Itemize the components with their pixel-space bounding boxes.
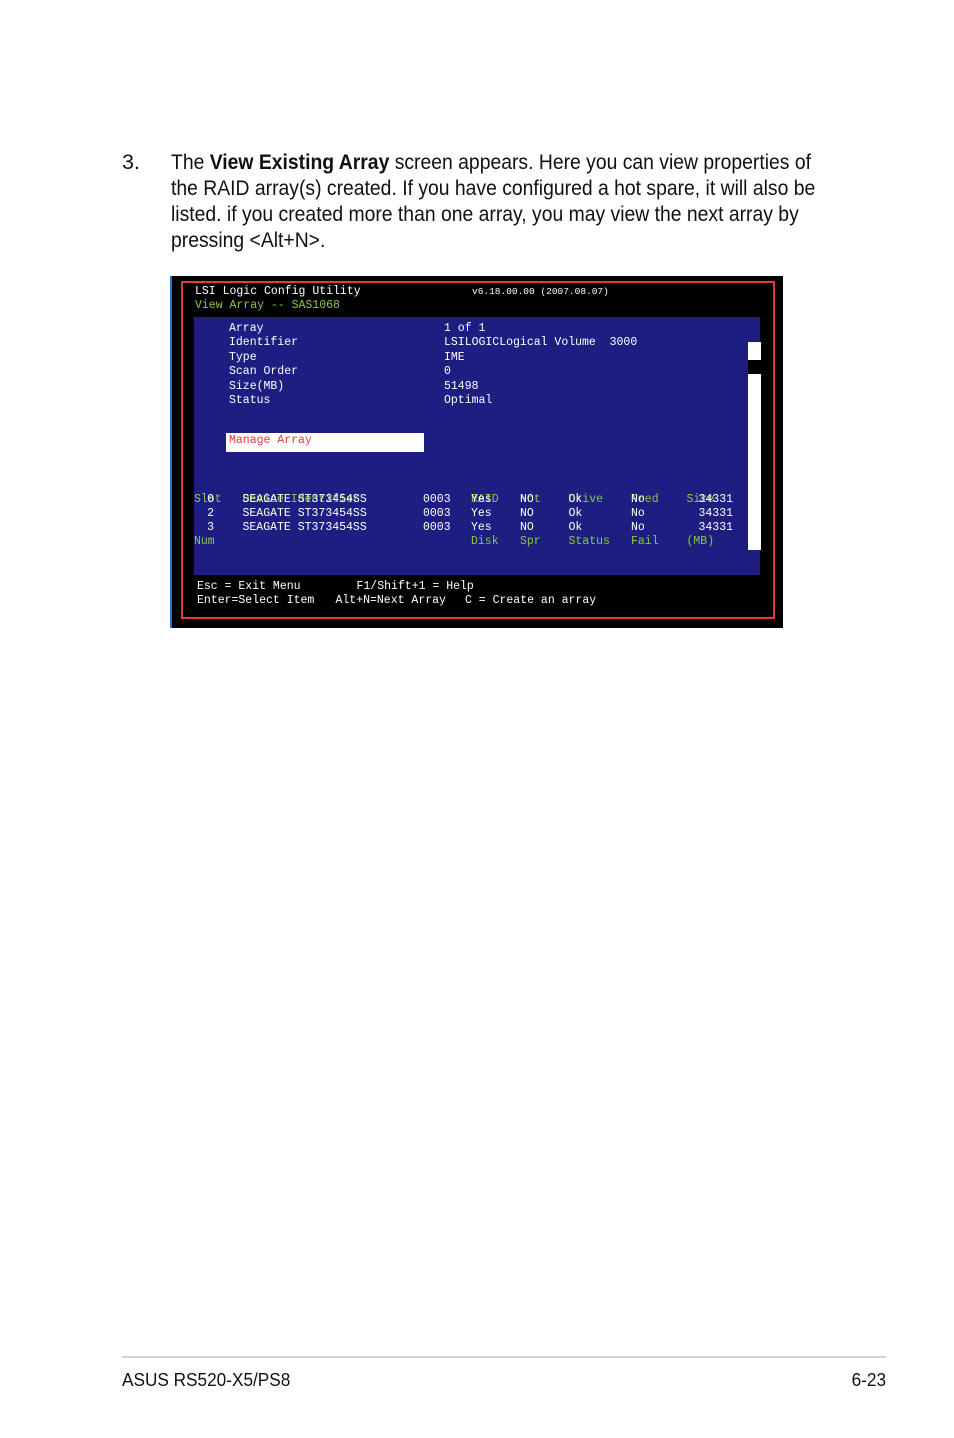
pred-fail-cell: No [631, 521, 645, 534]
property-row: Size(MB) 51498 [170, 380, 783, 394]
help-hint-help: F1/Shift+1 = Help [356, 580, 474, 593]
header-line: (MB) [686, 535, 715, 548]
help-hint-create-array: C = Create an array [465, 594, 597, 607]
footer-page-number: 6-23 [851, 1368, 886, 1390]
help-line: Enter=Select Item Alt+N=Next Array C = C… [170, 594, 783, 608]
size-cell: 34331 [698, 507, 733, 520]
slot-cell: 0 [207, 493, 214, 506]
revision-cell: 0003 [423, 493, 451, 506]
revision-cell: 0003 [423, 521, 451, 534]
scrollbar-gap [748, 360, 761, 374]
property-label: Identifier [229, 336, 299, 350]
terminal-screen: LSI Logic Config Utility v6.18.00.00 (20… [170, 276, 783, 628]
view-subtitle: View Array -- SAS1068 [195, 299, 340, 312]
instruction-line: listed. if you created more than one arr… [171, 201, 799, 226]
property-value: 1 of 1 [444, 322, 486, 335]
help-line: Esc = Exit Menu F1/Shift+1 = Help [170, 580, 783, 594]
property-value: Optimal [444, 394, 493, 407]
step-number: 3. [122, 149, 140, 174]
property-row: Identifier LSILOGICLogical Volume 3000 [170, 336, 783, 350]
hot-spare-cell: NO [520, 493, 534, 506]
instruction-line: the RAID array(s) created. If you have c… [171, 175, 816, 200]
property-value: IME [444, 350, 465, 364]
drive-status-cell: Ok [568, 507, 583, 520]
header-line: Disk [471, 535, 499, 548]
drive-status-cell: Ok [568, 493, 583, 506]
manage-array-menu-item[interactable]: Manage Array [226, 433, 424, 452]
revision-cell: 0003 [423, 507, 451, 520]
raid-disk-cell: Yes [471, 507, 492, 520]
scrollbar-thumb[interactable] [748, 342, 761, 360]
property-value: LSILOGICLogical Volume 3000 [444, 336, 638, 350]
slot-cell: 2 [207, 507, 214, 520]
drive-status-cell: Ok [568, 521, 583, 534]
size-cell: 34331 [698, 521, 733, 534]
header-line: Spr [520, 535, 541, 548]
header-line: Status [568, 535, 610, 548]
pred-fail-cell: No [631, 507, 645, 520]
instruction-line: The View Existing Array screen appears. … [171, 149, 811, 175]
utility-title: LSI Logic Config Utility [195, 285, 361, 298]
table-row: 0 SEAGATE ST373454SS 0003 Yes NO Ok No 3… [170, 493, 783, 507]
property-row: Scan Order 0 [170, 365, 783, 379]
property-label: Size(MB) [229, 379, 285, 393]
device-cell: SEAGATE ST373454SS [242, 493, 367, 506]
header-line: Fail [631, 535, 659, 548]
property-label: Status [229, 394, 271, 407]
help-hint-next-array: Alt+N=Next Array [335, 594, 446, 607]
property-row: Status Optimal [170, 394, 783, 408]
device-cell: SEAGATE ST373454SS [242, 507, 367, 520]
property-value: 0 [444, 365, 451, 379]
instruction-line: pressing <Alt+N>. [171, 227, 326, 252]
property-row: Type IME [170, 351, 783, 365]
help-hint-select: Enter=Select Item [197, 594, 315, 607]
footer-rule [122, 1356, 886, 1358]
instruction-text: The [171, 149, 210, 174]
header-line: Num [194, 535, 215, 548]
property-label: Array [229, 322, 264, 335]
property-row: Array 1 of 1 [170, 322, 783, 336]
table-row: 3 SEAGATE ST373454SS 0003 Yes NO Ok No 3… [170, 521, 783, 535]
raid-disk-cell: Yes [471, 493, 492, 506]
property-label: Type [229, 350, 257, 364]
scrollbar-track[interactable] [748, 374, 761, 550]
pred-fail-cell: No [631, 493, 645, 506]
instruction-text: screen appears. Here you can view proper… [389, 149, 811, 174]
version-label: v6.18.00.00 (2007.08.07) [472, 285, 609, 297]
screen-name-emphasis: View Existing Array [209, 149, 390, 174]
footer-product-name: ASUS RS520-X5/PS8 [122, 1368, 291, 1390]
hot-spare-cell: NO [520, 521, 534, 534]
slot-cell: 3 [207, 521, 214, 534]
device-cell: SEAGATE ST373454SS [242, 521, 367, 534]
property-value: 51498 [444, 379, 479, 393]
raid-disk-cell: Yes [471, 521, 492, 534]
table-header: Slot Num Device Identifier RAID Disk Hot… [170, 465, 783, 548]
size-cell: 34331 [698, 493, 733, 506]
property-label: Scan Order [229, 365, 299, 379]
table-row: 2 SEAGATE ST373454SS 0003 Yes NO Ok No 3… [170, 507, 783, 521]
help-hint-exit: Esc = Exit Menu [197, 580, 301, 593]
manage-array-label: Manage Array [229, 434, 312, 447]
hot-spare-cell: NO [520, 507, 534, 520]
scrollbar[interactable] [748, 342, 761, 550]
